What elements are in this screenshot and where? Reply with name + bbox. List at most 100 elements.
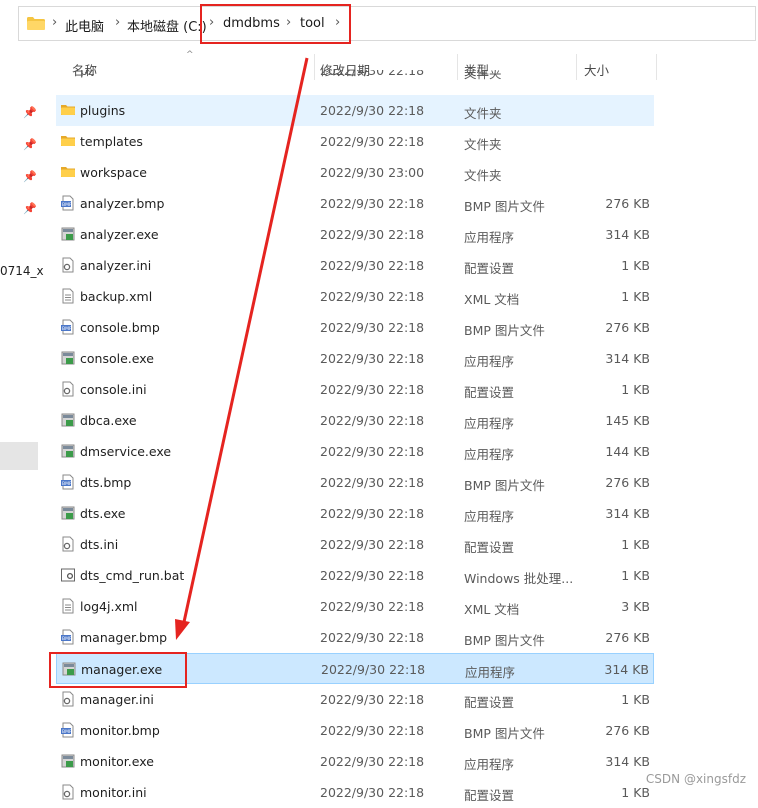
- file-name: log4j.xml: [80, 599, 138, 614]
- file-size: 314 KB: [605, 506, 650, 521]
- file-size: 1 KB: [621, 382, 650, 397]
- file-type: BMP 图片文件: [464, 726, 545, 741]
- file-type: BMP 图片文件: [464, 633, 545, 648]
- ini-file-icon: [60, 257, 76, 273]
- address-bar[interactable]: › 此电脑 › 本地磁盘 (C:) › dmdbms › tool ›: [18, 6, 756, 41]
- pin-icon[interactable]: 📌: [23, 106, 37, 119]
- chevron-right-icon[interactable]: ›: [52, 15, 57, 30]
- watermark: CSDN @xingsfdz: [645, 772, 746, 786]
- file-row[interactable]: dts.exe 2022/9/30 22:18 应用程序 314 KB: [56, 498, 654, 529]
- svg-text:BMP: BMP: [62, 729, 72, 735]
- file-row[interactable]: BMP analyzer.bmp 2022/9/30 22:18 BMP 图片文件 27…: [56, 188, 654, 219]
- file-date: 2022/9/30 22:18: [320, 134, 425, 149]
- breadcrumb-local-disk[interactable]: 本地磁盘 (C:): [127, 16, 207, 35]
- file-row[interactable]: backup.xml 2022/9/30 22:18 XML 文档 1 KB: [56, 281, 654, 312]
- file-row[interactable]: BMP monitor.bmp 2022/9/30 22:18 BMP 图片文件 276…: [56, 715, 654, 746]
- ini-file-icon: [60, 536, 76, 552]
- file-size: 314 KB: [605, 754, 650, 769]
- file-date: 2022/9/30 22:18: [320, 351, 425, 366]
- pin-icon[interactable]: 📌: [23, 170, 37, 183]
- file-type: 应用程序: [464, 354, 515, 369]
- bmp-file-icon: BMP: [60, 195, 76, 211]
- nav-item-fragment[interactable]: 0714_x: [0, 264, 44, 278]
- file-row[interactable]: BMP dts.bmp 2022/9/30 22:18 BMP 图片文件 276 KB: [56, 467, 654, 498]
- breadcrumb-this-pc[interactable]: 此电脑: [65, 16, 104, 35]
- svg-text:BMP: BMP: [62, 481, 72, 487]
- file-name: analyzer.exe: [80, 227, 159, 242]
- file-name: plugins: [80, 103, 126, 118]
- svg-text:BMP: BMP: [62, 326, 72, 332]
- file-name: dts.ini: [80, 537, 119, 552]
- file-row[interactable]: console.ini 2022/9/30 22:18 配置设置 1 KB: [56, 374, 654, 405]
- file-row[interactable]: templates 2022/9/30 22:18 文件夹: [56, 126, 654, 157]
- file-row[interactable]: workspace 2022/9/30 23:00 文件夹: [56, 157, 654, 188]
- column-divider[interactable]: [656, 54, 657, 80]
- file-type: 配置设置: [464, 540, 515, 555]
- file-row[interactable]: analyzer.exe 2022/9/30 22:18 应用程序 314 KB: [56, 219, 654, 250]
- file-date: 2022/9/30 22:18: [320, 382, 425, 397]
- xml-file-icon: [60, 288, 76, 304]
- file-date: 2022/9/30 22:18: [320, 537, 425, 552]
- file-size: 1 KB: [621, 568, 650, 583]
- file-date: 2022/9/30 22:18: [320, 196, 425, 211]
- file-date: 2022/9/30 22:18: [320, 754, 425, 769]
- file-name: manager.bmp: [80, 630, 168, 645]
- file-type: 应用程序: [464, 447, 515, 462]
- ini-file-icon: [60, 381, 76, 397]
- file-row[interactable]: BMP console.bmp 2022/9/30 22:18 BMP 图片文件 276…: [56, 312, 654, 343]
- file-type: 应用程序: [464, 416, 515, 431]
- navigation-pane[interactable]: 📌 📌 📌 📌: [0, 42, 40, 797]
- file-size: 1 KB: [621, 785, 650, 800]
- file-size: 1 KB: [621, 258, 650, 273]
- file-row[interactable]: dts.ini 2022/9/30 22:18 配置设置 1 KB: [56, 529, 654, 560]
- bmp-file-icon: BMP: [60, 722, 76, 738]
- file-size: 145 KB: [605, 413, 650, 428]
- file-type: 文件夹: [464, 168, 502, 183]
- file-row[interactable]: plugins 2022/9/30 22:18 文件夹: [56, 95, 654, 126]
- file-name: console.ini: [80, 382, 147, 397]
- file-date: 2022/9/30 22:18: [320, 289, 425, 304]
- folder-icon: [60, 133, 76, 149]
- file-row[interactable]: monitor.exe 2022/9/30 22:18 应用程序 314 KB: [56, 746, 654, 777]
- file-date: 2022/9/30 22:18: [320, 630, 425, 645]
- file-row[interactable]: BMP manager.bmp 2022/9/30 22:18 BMP 图片文件 276…: [56, 622, 654, 653]
- chevron-right-icon[interactable]: ›: [115, 15, 120, 30]
- file-row[interactable]: log4j.xml 2022/9/30 22:18 XML 文档 3 KB: [56, 591, 654, 622]
- file-date: 2022/9/30 22:18: [320, 227, 425, 242]
- nav-item-selected[interactable]: [0, 442, 38, 470]
- file-type: XML 文档: [464, 602, 520, 617]
- file-name: manager.ini: [80, 692, 154, 707]
- folder-icon: [60, 102, 76, 118]
- file-date: 2022/9/30 22:18: [320, 444, 425, 459]
- file-row[interactable]: monitor.ini 2022/9/30 22:18 配置设置 1 KB: [56, 777, 654, 808]
- file-row[interactable]: dmservice.exe 2022/9/30 22:18 应用程序 144 KB: [56, 436, 654, 467]
- svg-text:BMP: BMP: [62, 636, 72, 642]
- file-type: 配置设置: [464, 261, 515, 276]
- pin-icon[interactable]: 📌: [23, 202, 37, 215]
- file-name: dbca.exe: [80, 413, 137, 428]
- bat-file-icon: [60, 567, 76, 583]
- pin-icon[interactable]: 📌: [23, 138, 37, 151]
- file-size: 276 KB: [605, 320, 650, 335]
- file-type: BMP 图片文件: [464, 199, 545, 214]
- bmp-file-icon: BMP: [60, 474, 76, 490]
- file-row[interactable]: dts_cmd_run.bat 2022/9/30 22:18 Windows 批处…: [56, 560, 654, 591]
- file-row[interactable]: dbca.exe 2022/9/30 22:18 应用程序 145 KB: [56, 405, 654, 436]
- scrollbar[interactable]: [740, 44, 752, 797]
- file-type: 应用程序: [464, 509, 515, 524]
- target-highlight-box: [49, 652, 187, 688]
- file-row[interactable]: console.exe 2022/9/30 22:18 应用程序 314 KB: [56, 343, 654, 374]
- file-type: BMP 图片文件: [464, 323, 545, 338]
- exe-file-icon: [60, 443, 76, 459]
- file-size: 3 KB: [621, 599, 650, 614]
- exe-file-icon: [60, 350, 76, 366]
- file-row[interactable]: analyzer.ini 2022/9/30 22:18 配置设置 1 KB: [56, 250, 654, 281]
- file-row[interactable]: manager.ini 2022/9/30 22:18 配置设置 1 KB: [56, 684, 654, 715]
- sort-ascending-icon: ^: [186, 50, 194, 60]
- bmp-file-icon: BMP: [60, 629, 76, 645]
- svg-text:BMP: BMP: [62, 202, 72, 208]
- file-date: 2022/9/30 22:18: [320, 70, 425, 78]
- file-name: console.exe: [80, 351, 154, 366]
- file-date: 2022/9/30 22:18: [320, 599, 425, 614]
- file-name: monitor.exe: [80, 754, 154, 769]
